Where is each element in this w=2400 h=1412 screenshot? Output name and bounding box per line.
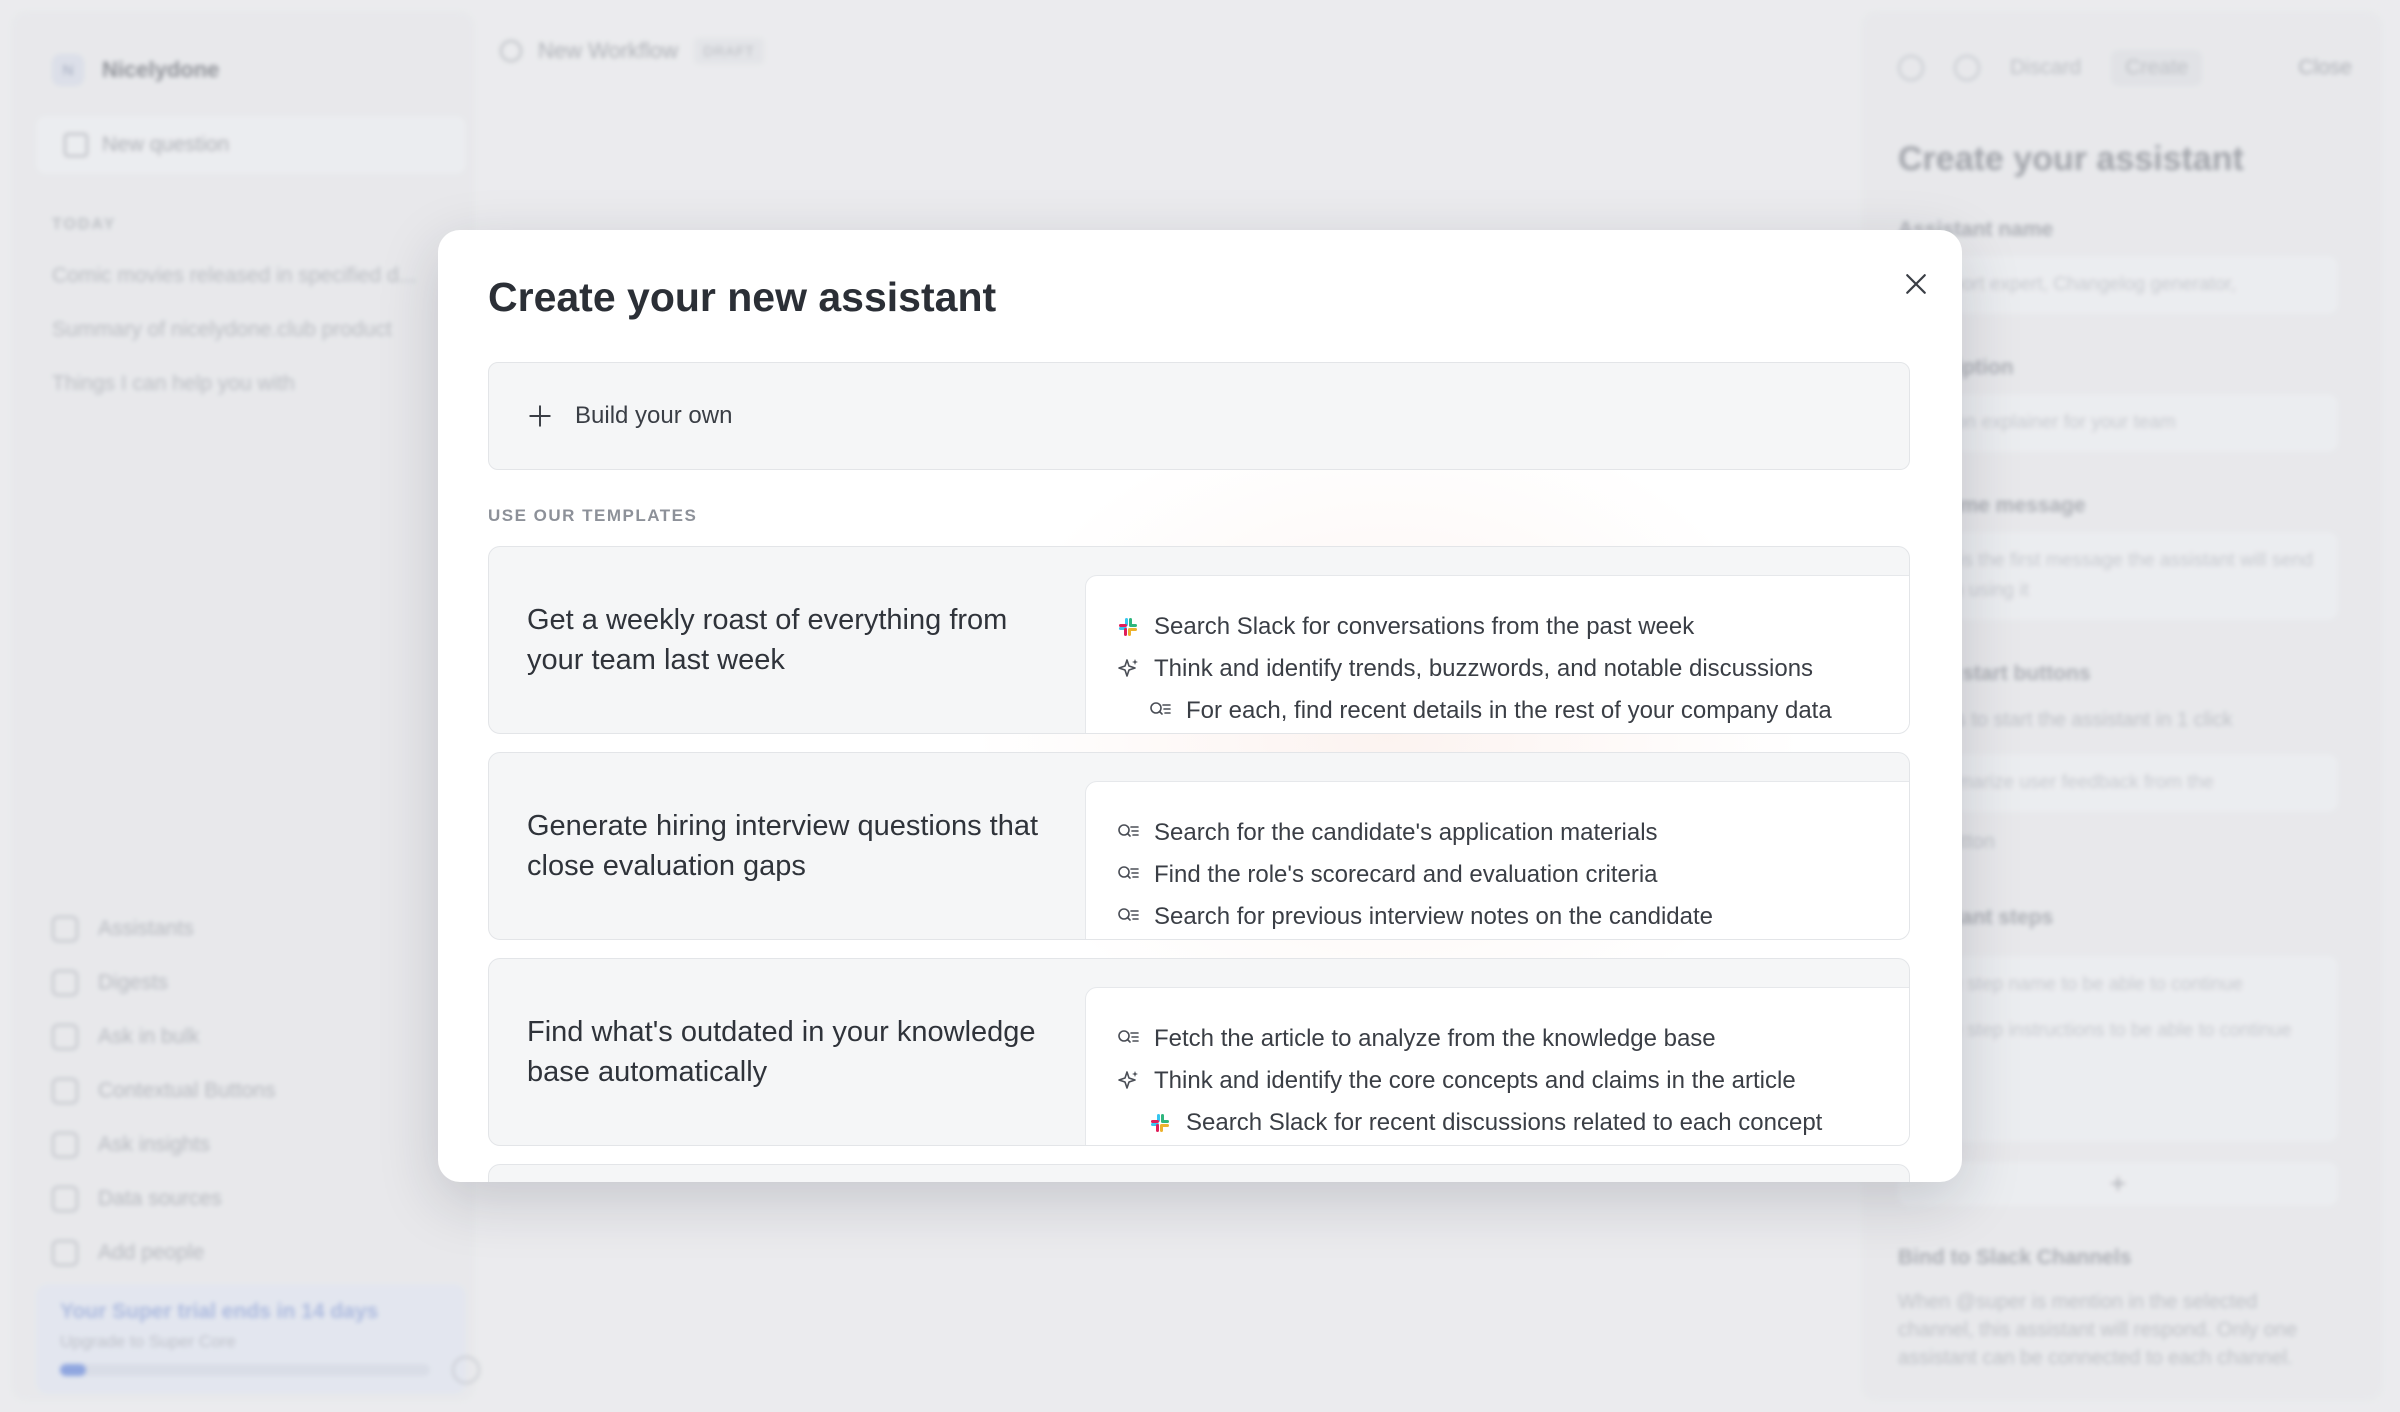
template-steps: Search Slack for conversations from the … (1085, 575, 1909, 733)
modal-title: Create your new assistant (488, 274, 997, 320)
search-doc-icon (1118, 1030, 1139, 1043)
template-step-text: Find the role's scorecard and evaluation… (1154, 861, 1658, 888)
search-doc-icon (1118, 866, 1139, 879)
search-doc-icon (1118, 824, 1139, 837)
template-steps: Fetch the article to analyze from the kn… (1085, 987, 1909, 1145)
close-modal-button[interactable] (1892, 260, 1940, 308)
template-step: Think and identify the core concepts and… (1116, 1060, 1909, 1102)
close-icon (1906, 274, 1926, 294)
sparkle-icon (1118, 659, 1138, 677)
slack-icon (1151, 1114, 1169, 1132)
create-assistant-modal: Create your new assistant Build your own… (438, 230, 1962, 1182)
template-step: Think and identify trends, buzzwords, an… (1116, 648, 1909, 690)
template-step: For each, find recent details in the res… (1116, 690, 1909, 732)
template-card-hiring-questions[interactable]: Generate hiring interview questions that… (488, 752, 1910, 940)
template-card-next[interactable] (488, 1164, 1910, 1182)
build-your-own-button[interactable]: Build your own (488, 362, 1910, 470)
templates-heading: USE OUR TEMPLATES (488, 506, 698, 525)
search-doc-icon (1118, 908, 1139, 921)
template-step-text: Think and identify the core concepts and… (1154, 1067, 1796, 1094)
template-step: Search for previous interview notes on t… (1116, 896, 1909, 938)
template-step-text: Search Slack for conversations from the … (1154, 613, 1695, 640)
template-card-weekly-roast[interactable]: Get a weekly roast of everything from yo… (488, 546, 1910, 734)
template-step-text: Search for the candidate's application m… (1154, 819, 1658, 846)
build-your-own-label: Build your own (575, 402, 733, 429)
template-step-text: Fetch the article to analyze from the kn… (1154, 1025, 1716, 1052)
template-step: Fetch the article to analyze from the kn… (1116, 1018, 1909, 1060)
template-step: Search for the candidate's application m… (1116, 812, 1909, 854)
sparkle-icon (1118, 1071, 1138, 1089)
template-title: Find what's outdated in your knowledge b… (527, 1016, 1036, 1088)
template-title: Get a weekly roast of everything from yo… (527, 604, 1008, 676)
template-step-text: Search Slack for recent discussions rela… (1186, 1109, 1823, 1136)
plus-icon (529, 405, 551, 427)
template-step: Search Slack for recent discussions rela… (1116, 1102, 1909, 1144)
slack-icon (1119, 618, 1137, 636)
template-step-text: For each, find recent details in the res… (1186, 697, 1832, 724)
template-card-outdated-knowledge[interactable]: Find what's outdated in your knowledge b… (488, 958, 1910, 1146)
template-step: Search Slack for conversations from the … (1116, 606, 1909, 648)
template-steps: Search for the candidate's application m… (1085, 781, 1909, 939)
template-step-text: Think and identify trends, buzzwords, an… (1154, 655, 1814, 682)
template-title: Generate hiring interview questions that… (527, 810, 1039, 882)
search-doc-icon (1150, 702, 1171, 715)
template-step-text: Search for previous interview notes on t… (1154, 903, 1713, 930)
template-step: Find the role's scorecard and evaluation… (1116, 854, 1909, 896)
